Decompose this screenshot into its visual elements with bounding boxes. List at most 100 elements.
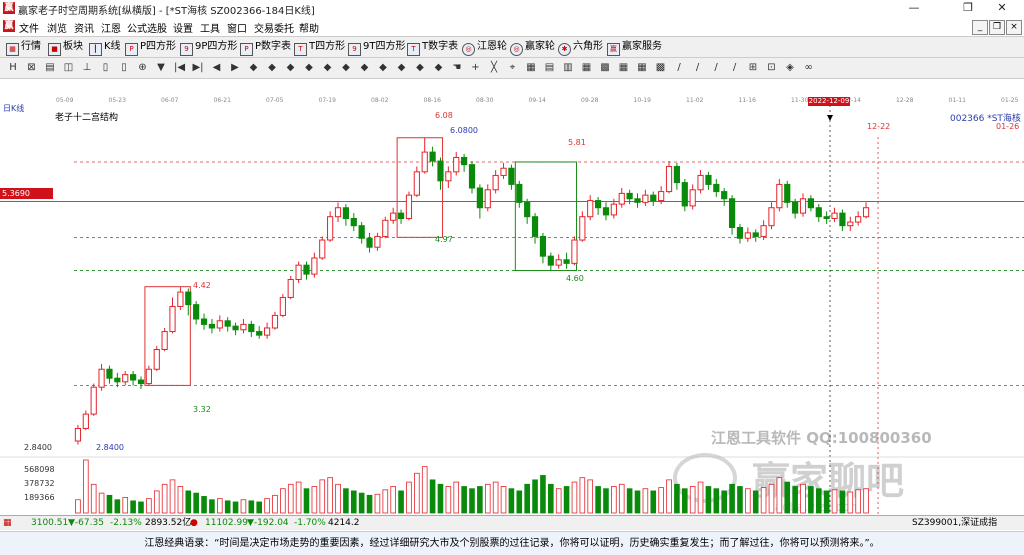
tool-icon-21[interactable]: ◆ — [395, 61, 409, 75]
tool-icon-41[interactable]: ⊡ — [765, 61, 779, 75]
candle-body — [673, 165, 681, 184]
menu-settings[interactable]: 设置 — [173, 20, 193, 35]
candle-body — [587, 200, 594, 218]
toolbar-blocks-button[interactable]: ■ 板块 — [48, 40, 83, 56]
tool-icon-24[interactable]: ☚ — [450, 61, 464, 75]
toolbar-t-table-button[interactable]: T T数字表 — [407, 40, 458, 56]
tool-icon-33[interactable]: ▦ — [617, 61, 631, 75]
tool-icon-28[interactable]: ▦ — [524, 61, 538, 75]
candle-body — [161, 331, 168, 351]
toolbar-quotes-button[interactable]: ▦ 行情 — [6, 40, 41, 56]
tool-icon-19[interactable]: ◆ — [358, 61, 372, 75]
tool-icon-13[interactable]: ◆ — [247, 61, 261, 75]
tool-icon-14[interactable]: ◆ — [265, 61, 279, 75]
toolbar-t-square-button[interactable]: T T四方形 — [294, 40, 345, 56]
toolbar-blocks-label: 板块 — [63, 41, 83, 52]
volume-bar — [382, 489, 389, 514]
volume-bar — [153, 490, 160, 514]
tool-icon-9[interactable]: |◀ — [173, 61, 187, 75]
tool-icon-8[interactable]: ▼ — [154, 61, 168, 75]
tool-icon-3[interactable]: ◫ — [62, 61, 76, 75]
tool-icon-6[interactable]: ▯ — [117, 61, 131, 75]
tool-icon-18[interactable]: ◆ — [339, 61, 353, 75]
tool-icon-34[interactable]: ▦ — [635, 61, 649, 75]
toolbar-kline-button[interactable]: ┃ K线 — [89, 40, 121, 56]
menu-gann[interactable]: 江恩 — [101, 20, 121, 35]
sh-index-value: 3100.51 — [31, 518, 69, 528]
menu-browse[interactable]: 浏览 — [47, 20, 67, 35]
tool-icon-12[interactable]: ▶ — [228, 61, 242, 75]
mdi-close-button[interactable]: × — [1006, 20, 1022, 35]
menu-window[interactable]: 窗口 — [227, 20, 247, 35]
volume-bar — [256, 501, 263, 514]
tool-icon-7[interactable]: ⊕ — [136, 61, 150, 75]
tool-icon-38[interactable]: / — [709, 61, 723, 75]
menu-trade[interactable]: 交易委托 — [254, 20, 294, 35]
tool-icon-32[interactable]: ▩ — [598, 61, 612, 75]
minimize-button[interactable]: — — [892, 0, 936, 17]
volume-bar — [697, 481, 704, 514]
menu-file[interactable]: 文件 — [19, 20, 39, 35]
tool-icon-15[interactable]: ◆ — [284, 61, 298, 75]
menu-formula[interactable]: 公式选股 — [127, 20, 167, 35]
volume-bar — [201, 496, 207, 514]
square-9p-icon: 9 — [180, 43, 193, 56]
tool-icon-5[interactable]: ▯ — [99, 61, 113, 75]
tool-icon-37[interactable]: / — [691, 61, 705, 75]
toolbar-p-square-button[interactable]: P P四方形 — [125, 40, 176, 56]
toolbar-9p-square-button[interactable]: 9 9P四方形 — [180, 40, 237, 56]
tool-icon-0[interactable]: H — [6, 61, 20, 75]
volume-bar — [500, 486, 507, 514]
tool-icon-27[interactable]: ⌖ — [506, 61, 520, 75]
tool-icon-1[interactable]: ⊠ — [25, 61, 39, 75]
tool-icon-17[interactable]: ◆ — [321, 61, 335, 75]
toolbar-service-button[interactable]: 赢赢家服务 — [607, 40, 662, 56]
toolbar-p-table-button[interactable]: P P数字表 — [240, 40, 291, 56]
candle-body — [334, 207, 342, 218]
candle-body — [658, 191, 665, 202]
status-bar: ▦ 3100.51 ▼-67.35 -2.13% 2893.52亿 ● 1110… — [0, 515, 1024, 530]
tool-icon-20[interactable]: ◆ — [376, 61, 390, 75]
tool-icon-22[interactable]: ◆ — [413, 61, 427, 75]
tool-icon-23[interactable]: ◆ — [432, 61, 446, 75]
mdi-restore-button[interactable]: ❐ — [989, 20, 1005, 35]
menu-tools[interactable]: 工具 — [200, 20, 220, 35]
menu-info[interactable]: 资讯 — [74, 20, 94, 35]
toolbar-hexagon-button[interactable]: ✱ 六角形 — [558, 40, 603, 56]
kline-chart[interactable] — [0, 97, 1024, 515]
toolbar-winner-wheel-button[interactable]: ◎ 赢家轮 — [510, 40, 555, 56]
volume-bar — [492, 481, 499, 514]
tool-icon-16[interactable]: ◆ — [302, 61, 316, 75]
tool-icon-2[interactable]: ▤ — [43, 61, 57, 75]
toolbar-gann-wheel-button[interactable]: ◎ 江恩轮 — [462, 40, 507, 56]
tool-icon-30[interactable]: ▥ — [561, 61, 575, 75]
tool-icon-43[interactable]: ∞ — [802, 61, 816, 75]
menu-help[interactable]: 帮助 — [299, 20, 319, 35]
tool-icon-40[interactable]: ⊞ — [746, 61, 760, 75]
candle-body — [728, 198, 736, 228]
tool-icon-42[interactable]: ◈ — [783, 61, 797, 75]
tool-icon-10[interactable]: ▶| — [191, 61, 205, 75]
volume-bar — [240, 499, 247, 514]
tool-icon-25[interactable]: + — [469, 61, 483, 75]
volume-bar — [705, 486, 712, 514]
toolbar-9t-square-button[interactable]: 9 9T四方形 — [348, 40, 405, 56]
volume-bar — [437, 483, 444, 514]
volume-bar — [138, 501, 144, 514]
candle-body — [792, 201, 799, 214]
tool-icon-31[interactable]: ▦ — [580, 61, 594, 75]
volume-bar — [689, 486, 696, 514]
index-code[interactable]: SZ399001,深证成指 — [912, 516, 997, 530]
close-button[interactable]: ✕ — [980, 0, 1024, 17]
tool-icon-39[interactable]: / — [728, 61, 742, 75]
tool-icon-11[interactable]: ◀ — [210, 61, 224, 75]
mdi-minimize-button[interactable]: _ — [972, 20, 988, 35]
tool-icon-29[interactable]: ▤ — [543, 61, 557, 75]
sh-index-amount: 2893.52亿 — [145, 518, 192, 528]
volume-bar — [390, 486, 396, 514]
tool-icon-35[interactable]: ▩ — [654, 61, 668, 75]
tool-icon-26[interactable]: ╳ — [487, 61, 501, 75]
tool-icon-4[interactable]: ⊥ — [80, 61, 94, 75]
candle-body — [382, 219, 389, 237]
tool-icon-36[interactable]: / — [672, 61, 686, 75]
